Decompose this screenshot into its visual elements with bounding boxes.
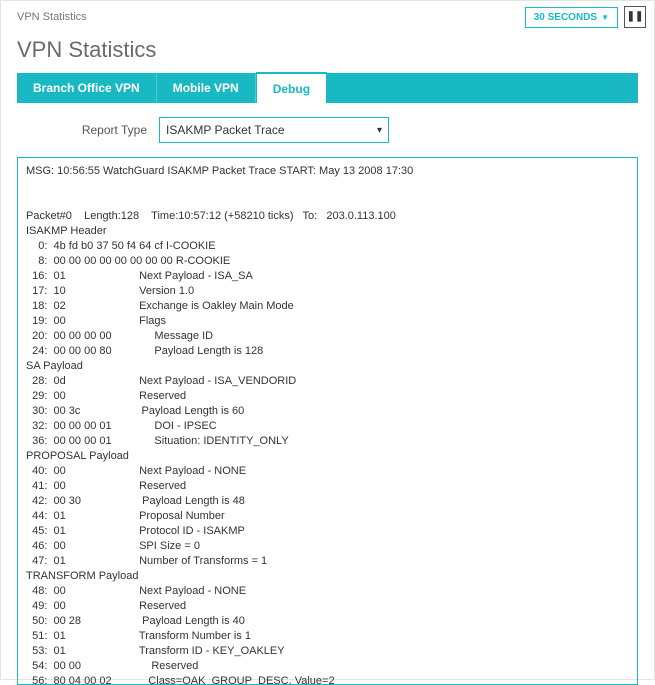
tab-debug[interactable]: Debug — [256, 72, 327, 103]
report-type-select-wrap[interactable]: ISAKMP Packet Trace — [159, 117, 389, 143]
refresh-interval-button[interactable]: 30 SECONDS ▼ — [525, 7, 618, 28]
tab-branch-office-vpn[interactable]: Branch Office VPN — [17, 73, 157, 103]
tabbar: Branch Office VPN Mobile VPN Debug — [17, 73, 638, 103]
breadcrumb: VPN Statistics — [9, 11, 519, 23]
tab-mobile-vpn[interactable]: Mobile VPN — [157, 73, 256, 103]
page-title: VPN Statistics — [1, 29, 654, 73]
report-type-select[interactable]: ISAKMP Packet Trace — [166, 123, 382, 137]
pause-icon: ❚❚ — [627, 11, 644, 22]
refresh-interval-label: 30 SECONDS — [534, 12, 597, 23]
caret-down-icon: ▼ — [601, 13, 609, 22]
report-type-label: Report Type — [17, 123, 147, 137]
trace-panel: MSG: 10:56:55 WatchGuard ISAKMP Packet T… — [17, 157, 638, 685]
pause-button[interactable]: ❚❚ — [624, 6, 646, 28]
trace-output[interactable]: MSG: 10:56:55 WatchGuard ISAKMP Packet T… — [18, 158, 637, 684]
